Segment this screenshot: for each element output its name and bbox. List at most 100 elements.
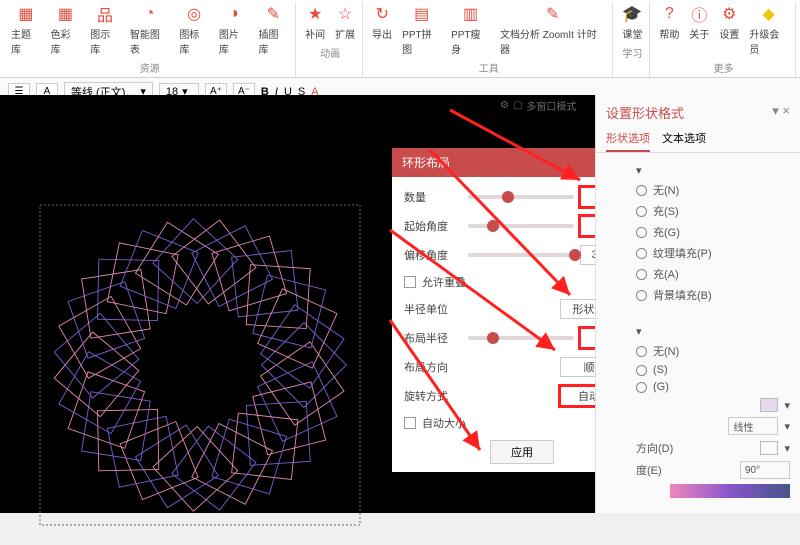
ribbon-扩展[interactable]: ☆ 扩展: [332, 2, 358, 43]
radio[interactable]: [636, 382, 647, 393]
radio[interactable]: [636, 185, 647, 196]
ribbon-icon: ▦: [16, 4, 36, 24]
ribbon-icon: ◆: [759, 4, 779, 24]
ribbon-icon: ⓘ: [689, 4, 709, 24]
ribbon-icon: ▤: [412, 4, 432, 24]
gradient-bar[interactable]: [670, 484, 790, 498]
radio-label: (S): [653, 364, 668, 376]
ribbon-补间[interactable]: ★ 补间: [302, 2, 328, 43]
radio-label: 无(N): [653, 343, 679, 359]
expand-icon[interactable]: ▾: [636, 325, 642, 338]
ribbon-icon: ✎: [543, 4, 563, 24]
radio[interactable]: [636, 269, 647, 280]
angle-label: 度(E): [636, 462, 662, 478]
radio[interactable]: [636, 346, 647, 357]
offset-slider[interactable]: [468, 253, 574, 257]
radio[interactable]: [636, 206, 647, 217]
ribbon-帮助[interactable]: ? 帮助: [656, 2, 682, 58]
multi-window-label: 多窗口模式: [526, 98, 576, 113]
ribbon-PPT瘦身[interactable]: ▥PPT瘦身: [448, 2, 493, 58]
start-label: 起始角度: [404, 218, 462, 234]
ribbon-icon: ★: [305, 4, 325, 24]
ribbon-icon: ◑: [224, 4, 244, 24]
tab-shape-options[interactable]: 形状选项: [606, 126, 650, 152]
radio[interactable]: [636, 290, 647, 301]
ribbon-label: 图片库: [219, 26, 249, 56]
radio-label: 纹理填充(P): [653, 245, 712, 261]
radio-label: (G): [653, 381, 669, 393]
ribbon-icon: ◎: [184, 4, 204, 24]
ribbon-icon: ↻: [372, 4, 392, 24]
ribbon-图标库[interactable]: ◎图标库: [176, 2, 212, 58]
ribbon-关于[interactable]: ⓘ 关于: [686, 2, 712, 58]
ribbon-group-label: 学习: [622, 45, 642, 60]
line-type[interactable]: 线性: [728, 417, 778, 435]
autosize-check[interactable]: [404, 417, 416, 429]
ribbon-icon: ✎: [263, 4, 283, 24]
shape-preview[interactable]: [10, 185, 390, 545]
ribbon-课堂[interactable]: 🎓 课堂: [619, 2, 645, 43]
ribbon-icon: ⚙: [719, 4, 739, 24]
ribbon-图片库[interactable]: ◑图片库: [216, 2, 252, 58]
ribbon-升级会员[interactable]: ◆升级会员: [746, 2, 791, 58]
dialog-title-text: 环形布局: [402, 154, 450, 171]
autosize-label: 自动大小: [422, 415, 466, 431]
radio[interactable]: [636, 365, 647, 376]
angle-input[interactable]: 90°: [740, 461, 790, 479]
ribbon-label: 智能图表: [130, 26, 169, 56]
window-mode-icon[interactable]: ▢: [513, 100, 522, 111]
ribbon-主题库[interactable]: ▦主题库: [8, 2, 44, 58]
ribbon-label: PPT瘦身: [451, 26, 490, 56]
ribbon-PPT拼图[interactable]: ▤PPT拼图: [399, 2, 444, 58]
radio[interactable]: [636, 248, 647, 259]
ribbon-group-label: 更多: [714, 60, 734, 75]
ribbon: ▦主题库▦色彩库品图示库◔智能图表◎图标库◑图片库✎插图库资源★补间☆扩展动画↻…: [0, 0, 800, 78]
direction-label: 布局方向: [404, 359, 462, 375]
ribbon-label: PPT拼图: [402, 26, 441, 56]
ribbon-icon: ▦: [55, 4, 75, 24]
ribbon-icon: 品: [95, 4, 115, 24]
radio-label: 充(A): [653, 266, 679, 282]
ribbon-label: 图示库: [90, 26, 120, 56]
ribbon-文档分析 ZoomIt 计时器[interactable]: ✎文档分析 ZoomIt 计时器: [497, 2, 608, 58]
ribbon-插图库[interactable]: ✎插图库: [256, 2, 292, 58]
line-dir-label: 方向(D): [636, 440, 673, 456]
ribbon-导出[interactable]: ↻ 导出: [369, 2, 395, 58]
settings-icon[interactable]: ⚙: [500, 100, 509, 111]
offset-label: 偏移角度: [404, 247, 462, 263]
ribbon-label: 主题库: [11, 26, 41, 56]
ribbon-图示库[interactable]: 品图示库: [87, 2, 123, 58]
overlap-label: 允许重叠: [422, 274, 466, 290]
radio[interactable]: [636, 227, 647, 238]
ribbon-色彩库[interactable]: ▦色彩库: [48, 2, 84, 58]
color-swatch[interactable]: [760, 398, 778, 412]
radiusunit-label: 半径单位: [404, 301, 462, 317]
radio-label: 背景填充(B): [653, 287, 712, 303]
radio-label: 充(G): [653, 224, 680, 240]
ribbon-label: 帮助: [659, 26, 679, 41]
start-slider[interactable]: [468, 224, 574, 228]
ribbon-icon: ▥: [461, 4, 481, 24]
rotate-label: 旋转方式: [404, 388, 462, 404]
ribbon-icon: 🎓: [622, 4, 642, 24]
ribbon-label: 导出: [372, 26, 392, 41]
ribbon-设置[interactable]: ⚙设置: [716, 2, 742, 58]
radius-slider[interactable]: [468, 336, 574, 340]
ribbon-label: 插图库: [259, 26, 289, 56]
dir-select[interactable]: [760, 441, 778, 455]
ribbon-label: 课堂: [622, 26, 642, 41]
tab-text-options[interactable]: 文本选项: [662, 126, 706, 152]
ribbon-label: 补间: [305, 26, 325, 41]
ribbon-icon: ?: [659, 4, 679, 24]
apply-button[interactable]: 应用: [490, 440, 554, 464]
ribbon-icon: ☆: [335, 4, 355, 24]
ribbon-智能图表[interactable]: ◔智能图表: [127, 2, 172, 58]
overlap-check[interactable]: [404, 276, 416, 288]
count-slider[interactable]: [468, 195, 574, 199]
ribbon-label: 升级会员: [749, 26, 788, 56]
panel-close[interactable]: ×: [782, 103, 790, 118]
ribbon-label: 色彩库: [51, 26, 81, 56]
expand-icon[interactable]: ▾: [636, 164, 642, 177]
ribbon-label: 扩展: [335, 26, 355, 41]
ribbon-label: 关于: [689, 26, 709, 41]
